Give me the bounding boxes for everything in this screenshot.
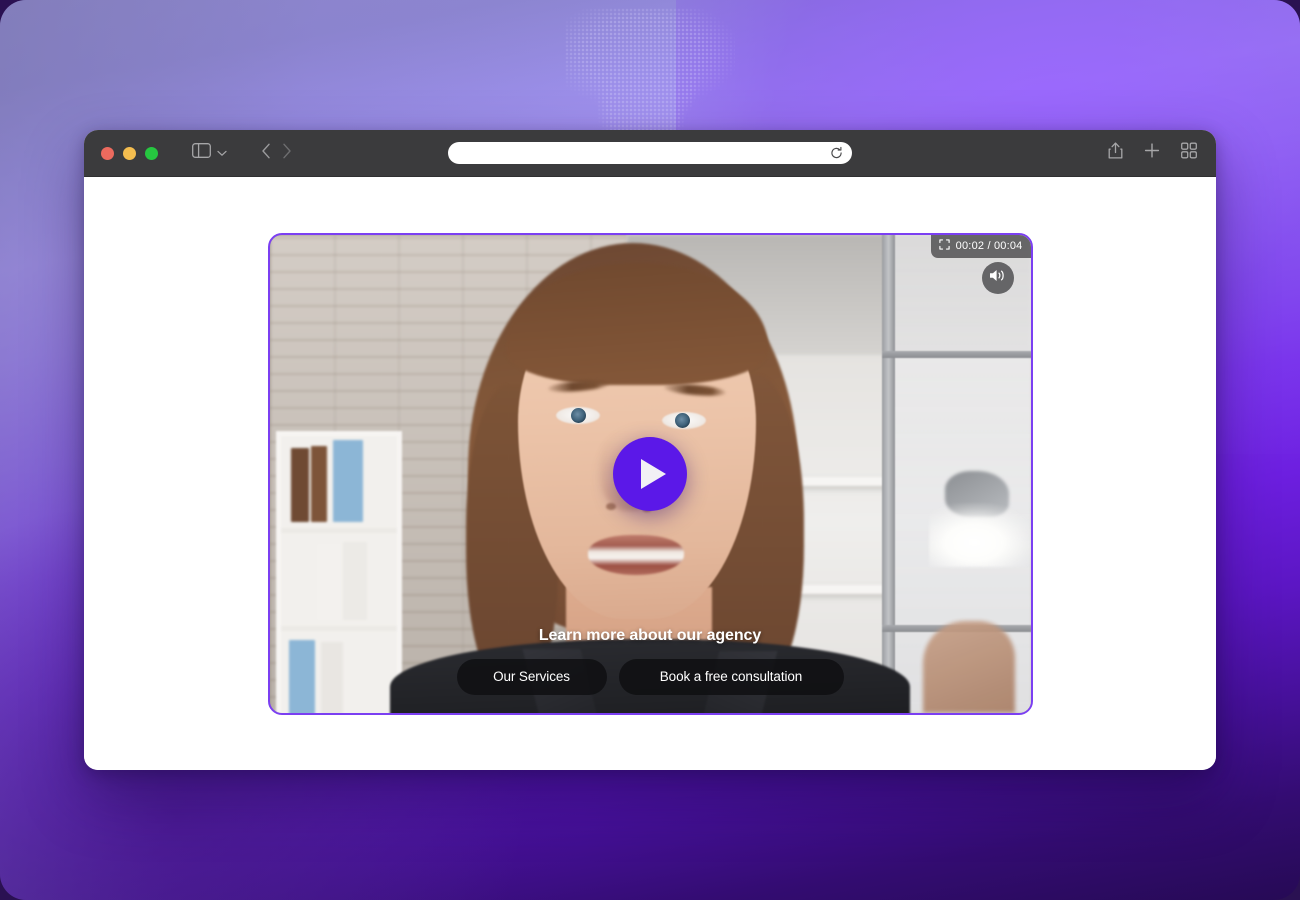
browser-window: 00:02 / 00:04 Learn more about our agenc… — [84, 130, 1216, 770]
page-viewport: 00:02 / 00:04 Learn more about our agenc… — [84, 177, 1216, 770]
play-icon — [641, 458, 666, 489]
halftone-decoration — [565, 8, 735, 133]
plus-icon[interactable] — [1144, 143, 1160, 164]
wallpaper-canvas: 00:02 / 00:04 Learn more about our agenc… — [0, 0, 1300, 900]
browser-titlebar — [84, 130, 1216, 177]
traffic-lights — [84, 146, 158, 160]
address-input[interactable] — [448, 142, 852, 164]
our-services-button[interactable]: Our Services — [456, 658, 607, 695]
sidebar-icon — [192, 143, 211, 163]
time-indicator: 00:02 / 00:04 — [930, 234, 1031, 258]
toolbar-right-actions — [1108, 142, 1197, 165]
close-window-button[interactable] — [101, 146, 114, 160]
cta-button-row: Our Services Book a free consultation — [456, 658, 844, 695]
time-display: 00:02 / 00:04 — [955, 239, 1023, 252]
video-player[interactable]: 00:02 / 00:04 Learn more about our agenc… — [267, 232, 1033, 715]
address-bar[interactable] — [448, 142, 852, 164]
book-consultation-button[interactable]: Book a free consultation — [618, 658, 844, 695]
reload-button[interactable] — [830, 146, 843, 160]
sidebar-toggle-button[interactable] — [192, 143, 227, 163]
maximize-window-button[interactable] — [145, 146, 158, 160]
address-bar-container — [448, 142, 852, 164]
fullscreen-icon[interactable] — [938, 238, 950, 253]
volume-button[interactable] — [981, 261, 1014, 294]
share-icon[interactable] — [1108, 142, 1123, 165]
back-button[interactable] — [261, 143, 271, 164]
minimize-window-button[interactable] — [123, 146, 136, 160]
speaker-icon — [989, 268, 1006, 288]
navigation-buttons — [261, 143, 292, 164]
video-cta-overlay: Learn more about our agency Our Services… — [270, 627, 1031, 695]
forward-button[interactable] — [282, 143, 292, 164]
chevron-down-icon — [217, 144, 227, 162]
play-button[interactable] — [613, 436, 687, 511]
cta-title: Learn more about our agency — [538, 626, 762, 644]
tab-grid-icon[interactable] — [1181, 142, 1197, 164]
